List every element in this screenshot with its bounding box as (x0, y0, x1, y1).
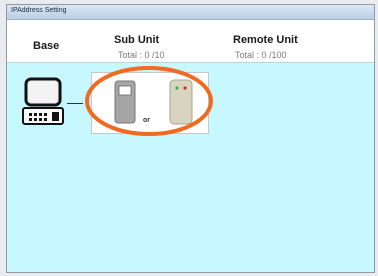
column-header: Base Sub Unit Total : 0 /10 Remote Unit … (7, 20, 374, 63)
highlight-ring (85, 66, 213, 136)
title-bar: IPAddress Setting (7, 5, 374, 20)
device-area: or (7, 63, 374, 272)
base-station-icon[interactable] (20, 77, 66, 129)
remote-unit-total: Total : 0 /100 (235, 50, 287, 60)
window-title: IPAddress Setting (11, 7, 67, 14)
ipaddress-setting-window: IPAddress Setting Base Sub Unit Total : … (6, 4, 375, 273)
sub-unit-column-label: Sub Unit (114, 34, 160, 46)
base-column-label: Base (33, 40, 60, 52)
sub-unit-total: Total : 0 /10 (118, 50, 165, 60)
remote-unit-column-label: Remote Unit (233, 34, 298, 46)
